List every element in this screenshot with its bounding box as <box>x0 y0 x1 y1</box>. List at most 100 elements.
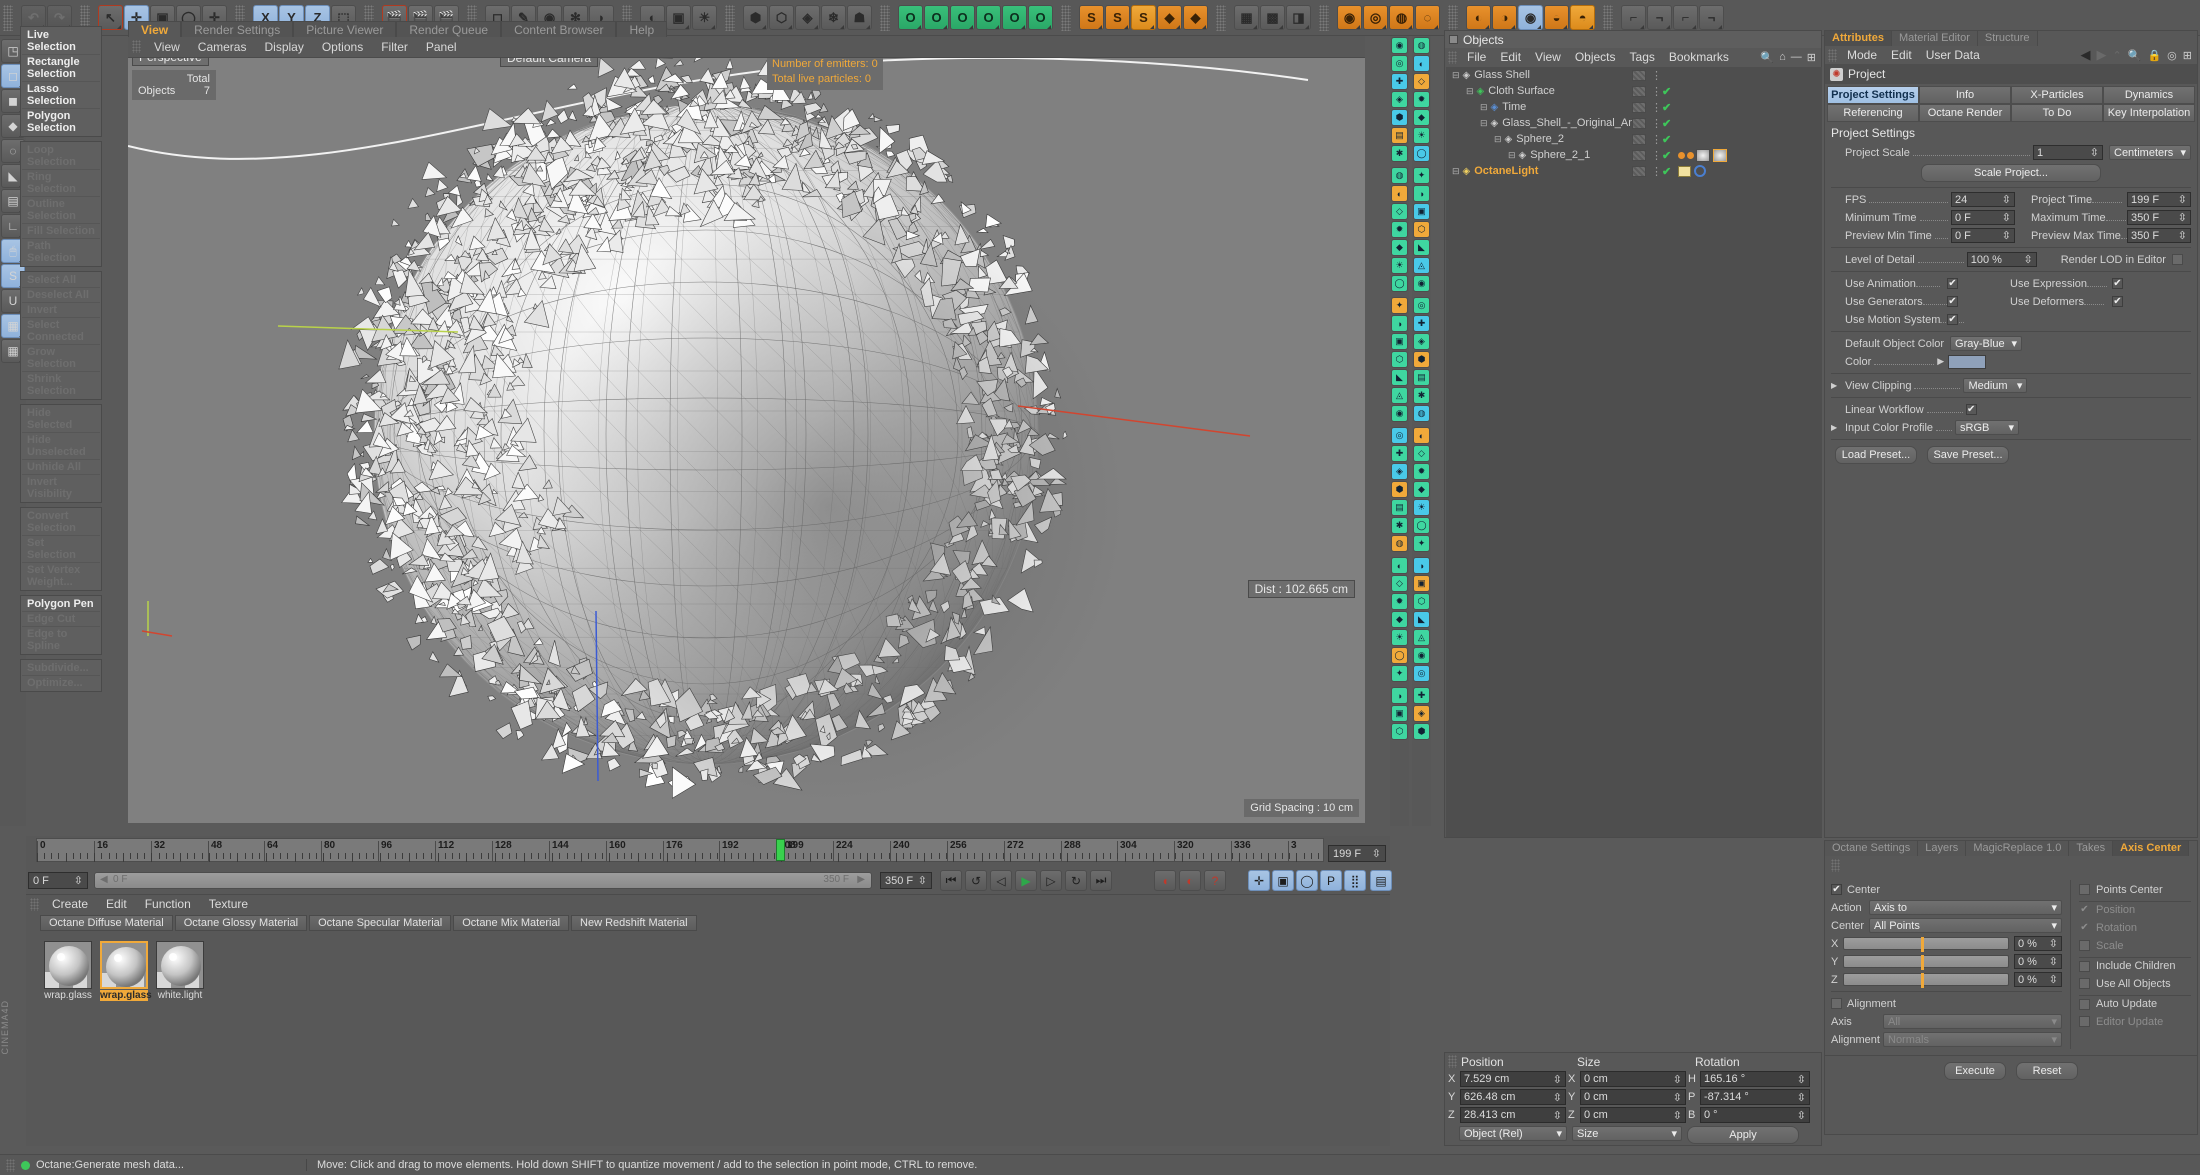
axis-tab-takes[interactable]: Takes <box>2069 841 2114 856</box>
objects-menu-edit[interactable]: Edit <box>1493 49 1528 65</box>
timeline-playhead[interactable] <box>776 839 785 861</box>
field-value-2[interactable]: 350 F ⇳ <box>2127 210 2191 225</box>
rail-tool-2-32[interactable]: ◬ <box>1413 629 1430 646</box>
attributes-tab-structure[interactable]: Structure <box>1977 31 2038 46</box>
action-select[interactable]: Axis to ▾ <box>1869 900 2062 915</box>
script-s2-icon[interactable]: S <box>1105 5 1130 30</box>
option-checkbox[interactable] <box>2079 1016 2090 1027</box>
objects-menu-file[interactable]: File <box>1460 49 1493 65</box>
main-tab-help[interactable]: Help <box>616 21 668 37</box>
slider-knob[interactable] <box>1921 937 1925 952</box>
rail-tool-1-37[interactable]: ⬡ <box>1391 723 1408 740</box>
material-menu-function[interactable]: Function <box>136 896 200 912</box>
rail-tool-1-17[interactable]: ⬡ <box>1391 351 1408 368</box>
rail-tool-1-3[interactable]: ◈ <box>1391 91 1408 108</box>
axis-slider[interactable] <box>1843 973 2009 988</box>
end-frame-field[interactable]: 350 F ⇳ <box>880 872 932 889</box>
rail-tool-2-26[interactable]: ◯ <box>1413 517 1430 534</box>
expand-toggle-icon[interactable]: ⊟ <box>1508 150 1516 161</box>
forward-arrow-icon[interactable]: ▶ <box>2097 47 2107 63</box>
objects-menu-grip[interactable] <box>1448 50 1457 64</box>
slider-knob[interactable] <box>1921 973 1925 988</box>
enabled-check-icon[interactable]: ✔ <box>1662 101 1671 114</box>
material-tab-new-redshift-material[interactable]: New Redshift Material <box>571 915 697 931</box>
home-icon[interactable]: ⌂ <box>1779 51 1786 64</box>
toolbar-grip[interactable] <box>1216 4 1226 31</box>
expand-toggle-icon[interactable]: ⊟ <box>1480 102 1488 113</box>
attributes-menu-edit[interactable]: Edit <box>1884 47 1919 63</box>
tool-blue-a-icon[interactable]: ◉ <box>1518 5 1543 30</box>
camera-icon[interactable]: ▣ <box>666 5 691 30</box>
attributes-subtab-octane-render[interactable]: Octane Render <box>1919 104 2011 122</box>
rail-tool-2-18[interactable]: ▤ <box>1413 369 1430 386</box>
check-box-2[interactable] <box>2112 278 2123 289</box>
main-tab-picture-viewer[interactable]: Picture Viewer <box>293 21 397 37</box>
expand-icon[interactable]: ⊞ <box>2183 49 2192 62</box>
target-icon[interactable]: ◎ <box>2167 49 2177 62</box>
object-row[interactable]: ⊟ ◈ Cloth Surface ⋮ ✔ <box>1446 83 1822 99</box>
viewport-menu-filter[interactable]: Filter <box>372 38 417 56</box>
alignment-mode-select[interactable]: Normals ▾ <box>1883 1032 2062 1047</box>
rail-tool-2-2[interactable]: ◇ <box>1413 73 1430 90</box>
attributes-subtab-dynamics[interactable]: Dynamics <box>2103 86 2195 104</box>
rail-tool-1-20[interactable]: ◉ <box>1391 405 1408 422</box>
input-color-profile-select[interactable]: sRGB ▾ <box>1955 420 2020 435</box>
rail-tool-1-2[interactable]: ✚ <box>1391 73 1408 90</box>
load-preset-button[interactable]: Load Preset... <box>1835 446 1917 464</box>
rotation-field[interactable]: 0 ° ⇳ <box>1700 1107 1810 1123</box>
go-to-end-button[interactable]: ⏭ <box>1090 870 1112 891</box>
layer-swatch[interactable] <box>1632 69 1646 81</box>
rail-tool-1-18[interactable]: ◣ <box>1391 369 1408 386</box>
viewport-menu-grip[interactable] <box>132 40 141 53</box>
object-row[interactable]: ⊟ ◈ Glass Shell ⋮ <box>1446 67 1822 83</box>
material-tab-octane-specular-material[interactable]: Octane Specular Material <box>309 915 452 931</box>
rail-tool-2-23[interactable]: ✹ <box>1413 463 1430 480</box>
rail-tool-2-15[interactable]: ✚ <box>1413 315 1430 332</box>
enabled-check-icon[interactable]: ✔ <box>1662 85 1671 98</box>
linear-workflow-checkbox[interactable] <box>1965 404 1977 415</box>
object-tag-material[interactable] <box>1696 148 1710 162</box>
attributes-subtab-to-do[interactable]: To Do <box>2011 104 2103 122</box>
layer-swatch[interactable] <box>1632 101 1646 113</box>
rail-tool-1-12[interactable]: ☀ <box>1391 257 1408 274</box>
render-lod-checkbox[interactable] <box>2171 254 2183 265</box>
project-scale-unit-select[interactable]: Centimeters ▾ <box>2109 145 2191 160</box>
point-level-animation-toggle[interactable]: ⣿ <box>1344 870 1366 891</box>
main-tab-content-browser[interactable]: Content Browser <box>501 21 617 37</box>
rotation-field[interactable]: 165.16 ° ⇳ <box>1700 1071 1810 1087</box>
visibility-dots-icon[interactable]: ⋮ <box>1651 117 1662 130</box>
rail-tool-1-14[interactable]: ✦ <box>1391 297 1408 314</box>
timeline-ruler[interactable]: 0 16 32 48 64 80 96 112 128 144 160 176 192 208 224 240… <box>36 838 1324 862</box>
step-forward-button[interactable]: ▷ <box>1040 870 1062 891</box>
objects-menu-view[interactable]: View <box>1528 49 1568 65</box>
mograph-icon[interactable]: ⬢ <box>743 5 768 30</box>
script-s3-icon[interactable]: S <box>1131 5 1156 30</box>
toolbar-grip[interactable] <box>725 4 735 31</box>
rail-tool-2-11[interactable]: ◣ <box>1413 239 1430 256</box>
objects-menu-bookmarks[interactable]: Bookmarks <box>1662 49 1736 65</box>
expand-toggle-icon[interactable]: ⊟ <box>1452 166 1460 177</box>
rail-tool-2-21[interactable]: ◐ <box>1413 427 1430 444</box>
rail-tool-1-30[interactable]: ✹ <box>1391 593 1408 610</box>
rail-tool-1-15[interactable]: ◑ <box>1391 315 1408 332</box>
rail-tool-1-25[interactable]: ▤ <box>1391 499 1408 516</box>
option-check-icon[interactable] <box>2079 905 2090 916</box>
octane-render-icon[interactable]: O <box>1028 5 1053 30</box>
axis-percent-field[interactable]: 0 % ⇳ <box>2014 936 2062 951</box>
option-checkbox[interactable] <box>2079 940 2090 951</box>
octane-material-icon[interactable]: O <box>976 5 1001 30</box>
rail-tool-1-11[interactable]: ◆ <box>1391 239 1408 256</box>
slider-knob[interactable] <box>1921 955 1925 970</box>
object-tree[interactable]: ⊟ ◈ Glass Shell ⋮ ⊟ ◈ Cloth Surface ⋮ ✔ ⊟ ◈ Time ⋮ ✔ ⊟… <box>1446 67 1822 837</box>
back-arrow-icon[interactable]: ◀ <box>2081 47 2091 63</box>
position-key-toggle[interactable]: ✛ <box>1248 870 1270 891</box>
material-tab-octane-mix-material[interactable]: Octane Mix Material <box>453 915 570 931</box>
visibility-dots-icon[interactable]: ⋮ <box>1651 69 1662 82</box>
rail-tool-2-28[interactable]: ◑ <box>1413 557 1430 574</box>
attributes-subtab-info[interactable]: Info <box>1919 86 2011 104</box>
rail-tool-2-8[interactable]: ◑ <box>1413 185 1430 202</box>
rail-tool-2-10[interactable]: ⬡ <box>1413 221 1430 238</box>
rail-tool-1-29[interactable]: ◇ <box>1391 575 1408 592</box>
tool-orange-b-icon[interactable]: ◑ <box>1492 5 1517 30</box>
rail-tool-2-25[interactable]: ☀ <box>1413 499 1430 516</box>
